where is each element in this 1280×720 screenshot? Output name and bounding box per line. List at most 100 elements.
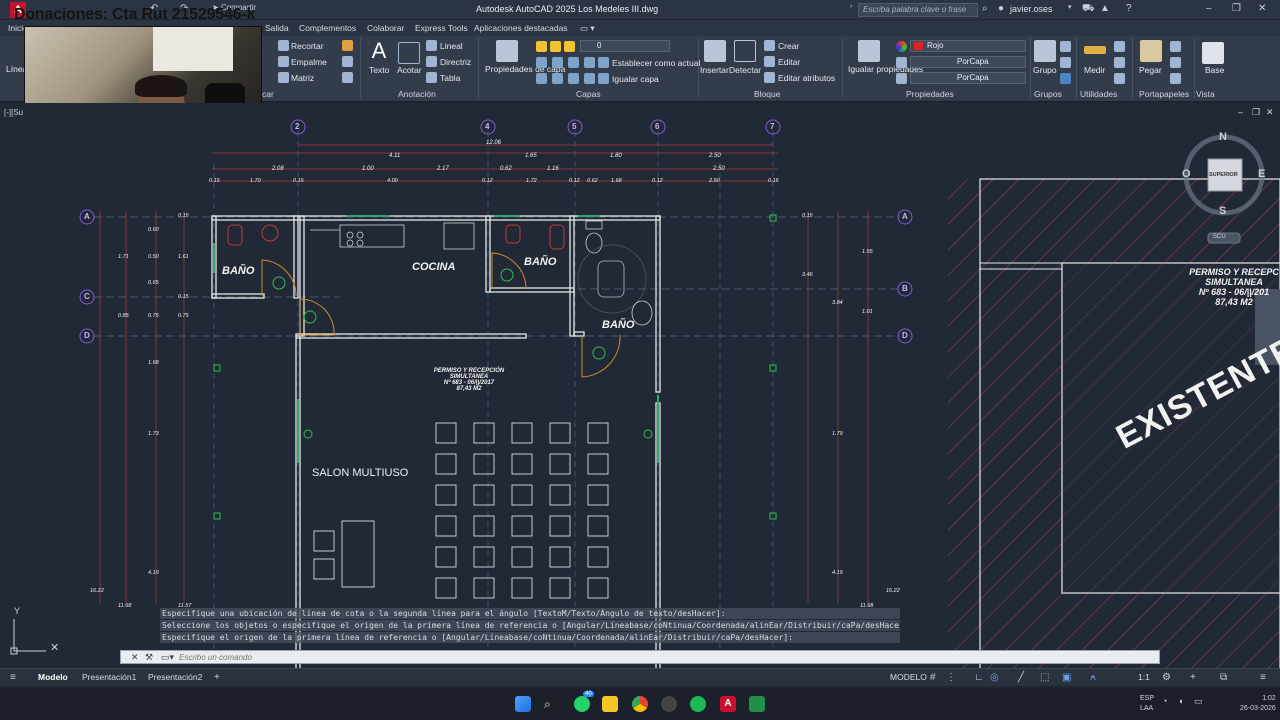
matriz-button[interactable]: Matriz	[291, 73, 314, 83]
drawing-canvas[interactable]: [-][Su – ❐ ✕ 2 4 5 6 7 A C D A B D 12.06…	[0, 103, 1280, 669]
group-tool-icon[interactable]	[1060, 41, 1071, 52]
viewcube-north[interactable]: N	[1219, 131, 1227, 143]
acotar-button[interactable]: Acotar	[397, 65, 422, 75]
layer-dropdown[interactable]: 0	[580, 40, 670, 52]
model-space-button[interactable]: MODELO	[890, 672, 927, 682]
windows-start-icon[interactable]	[515, 696, 531, 712]
utilities-panel-label[interactable]: Utilidades	[1080, 89, 1117, 99]
group-select-icon[interactable]	[1060, 73, 1071, 84]
editar-button[interactable]: Editar	[778, 57, 800, 67]
medir-button[interactable]: Medir	[1084, 65, 1105, 75]
insertar-button[interactable]: Insertar	[700, 65, 729, 75]
groups-panel-label[interactable]: Grupos	[1034, 89, 1062, 99]
plus-icon[interactable]: +	[1190, 672, 1196, 683]
wifi-icon[interactable]: ◔	[1162, 696, 1167, 706]
layer-tool-icon[interactable]	[536, 73, 547, 84]
minimize-icon[interactable]: –	[1206, 3, 1212, 14]
system-clock[interactable]: 1:02 26-03-2026	[1240, 694, 1276, 714]
osnap-icon[interactable]: ⬚	[1040, 672, 1049, 683]
linetype-dropdown[interactable]: PorCapa	[910, 56, 1026, 68]
polar-toggle-icon[interactable]: ◎	[990, 672, 999, 683]
volume-icon[interactable]: ◖	[1178, 696, 1183, 706]
menu-icon[interactable]: ≡	[10, 672, 16, 683]
isodraft-icon[interactable]: ╱	[1018, 672, 1024, 683]
cart-icon[interactable]: ⛟	[1082, 3, 1095, 16]
chrome-icon[interactable]	[632, 696, 648, 712]
add-layout-icon[interactable]: +	[214, 672, 220, 683]
restore-icon[interactable]: ❐	[1232, 3, 1241, 14]
lineweight-dropdown[interactable]: PorCapa	[910, 72, 1026, 84]
properties-panel-label[interactable]: Propiedades	[906, 89, 954, 99]
tab-express-tools[interactable]: Express Tools	[415, 23, 468, 33]
block-panel-label[interactable]: Bloque	[754, 89, 780, 99]
viewcube-west[interactable]: O	[1182, 168, 1191, 180]
grupo-button[interactable]: Grupo	[1033, 65, 1057, 75]
chevron-right-icon[interactable]: ›	[850, 3, 852, 10]
tab-colaborar[interactable]: Colaborar	[367, 23, 404, 33]
tab-salida[interactable]: Salida	[265, 23, 289, 33]
file-explorer-icon[interactable]	[602, 696, 618, 712]
scale-dropdown[interactable]: 1:1	[1138, 672, 1150, 682]
search-input[interactable]: Escriba palabra clave o frase	[858, 3, 978, 17]
obs-icon[interactable]	[661, 696, 677, 712]
autocad-taskbar-icon[interactable]: A	[720, 696, 736, 712]
crear-button[interactable]: Crear	[778, 41, 799, 51]
layer-tool-icon[interactable]	[584, 57, 595, 68]
help-triangle-icon[interactable]: ▲	[1100, 3, 1110, 14]
selection-cycling-icon[interactable]: ▣	[1062, 672, 1071, 683]
clipboard-panel-label[interactable]: Portapapeles	[1139, 89, 1189, 99]
help-icon[interactable]: ?	[1126, 3, 1132, 14]
clipboard-tool-icon[interactable]	[1170, 73, 1181, 84]
layer-tool-icon[interactable]	[568, 57, 579, 68]
command-close-icon[interactable]: ✕	[131, 652, 139, 663]
cut-icon[interactable]	[1170, 41, 1181, 52]
base-button[interactable]: Base	[1205, 65, 1224, 75]
tab-aplicaciones-destacadas[interactable]: Aplicaciones destacadas	[474, 23, 568, 33]
annotation-panel-label[interactable]: Anotación	[398, 89, 436, 99]
gear-icon[interactable]: ⚙	[1162, 672, 1171, 683]
layer-tool-icon[interactable]	[552, 73, 563, 84]
empalme-button[interactable]: Empalme	[291, 57, 327, 67]
match-layer-button[interactable]: Igualar capa	[612, 74, 659, 84]
set-current-button[interactable]: Establecer como actual	[612, 58, 700, 68]
command-prompt-icon[interactable]: ▭▾	[161, 652, 174, 663]
language-indicator[interactable]: ESP LAA	[1140, 694, 1154, 714]
directriz-button[interactable]: Directriz	[440, 57, 471, 67]
annotation-scale-icon[interactable]: ⍲	[1090, 672, 1096, 683]
command-input[interactable]	[179, 652, 1139, 663]
layer-tool-icon[interactable]	[568, 73, 579, 84]
user-dropdown-icon[interactable]: ▾	[1068, 3, 1072, 11]
viewcube-east[interactable]: E	[1258, 168, 1265, 180]
layers-panel-label[interactable]: Capas	[576, 89, 601, 99]
user-name[interactable]: javier.oses	[1010, 4, 1053, 14]
utility-tool-icon[interactable]	[1114, 57, 1125, 68]
viewcube-ucs[interactable]: SCU	[1213, 234, 1226, 240]
calculator-icon[interactable]	[1114, 73, 1125, 84]
battery-icon[interactable]: ▭	[1194, 696, 1203, 707]
tab-presentacion2[interactable]: Presentación2	[148, 672, 202, 682]
editar-atributos-button[interactable]: Editar atributos	[778, 73, 835, 83]
recortar-button[interactable]: Recortar	[291, 41, 324, 51]
close-icon[interactable]: ✕	[1258, 3, 1266, 14]
fullscreen-icon[interactable]: ⧉	[1220, 672, 1227, 683]
texto-button[interactable]: Texto	[369, 65, 389, 75]
customize-icon[interactable]: ≡	[1260, 672, 1266, 683]
tabla-button[interactable]: Tabla	[440, 73, 460, 83]
spotify-icon[interactable]	[690, 696, 706, 712]
ortho-toggle-icon[interactable]: ∟	[974, 672, 984, 683]
mirror-icon[interactable]	[342, 72, 353, 83]
tab-options-icon[interactable]: ▭ ▾	[580, 23, 595, 34]
copy-clip-icon[interactable]	[1170, 57, 1181, 68]
group-tool-icon[interactable]	[1060, 57, 1071, 68]
taskbar-search-icon[interactable]: ⌕	[544, 696, 560, 712]
modify-panel-label[interactable]: car	[262, 89, 274, 99]
erase-icon[interactable]	[342, 40, 353, 51]
layer-tool-icon[interactable]	[584, 73, 595, 84]
viewcube-south[interactable]: S	[1219, 205, 1226, 217]
lineal-button[interactable]: Lineal	[440, 41, 463, 51]
layer-tool-icon[interactable]	[536, 57, 547, 68]
grid-toggle-icon[interactable]: #	[930, 672, 936, 683]
pegar-button[interactable]: Pegar	[1139, 65, 1162, 75]
tab-modelo[interactable]: Modelo	[38, 672, 68, 682]
search-icon[interactable]: ⌕	[982, 3, 988, 14]
